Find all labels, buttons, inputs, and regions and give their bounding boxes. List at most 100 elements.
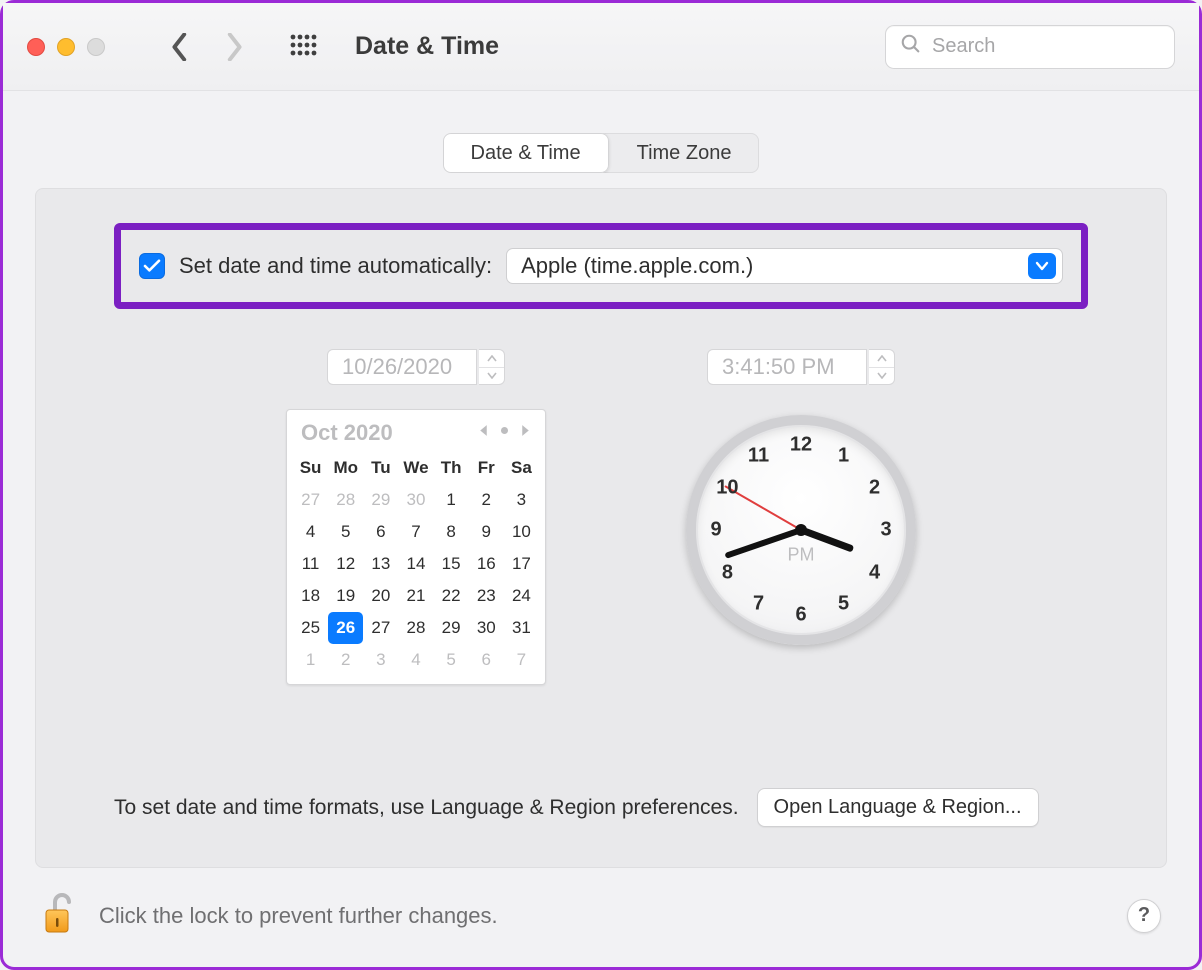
calendar-day: 27 [363,612,398,644]
calendar-day: 19 [328,580,363,612]
date-field: 10/26/2020 [327,349,477,385]
open-language-region-button[interactable]: Open Language & Region... [757,788,1039,827]
clock-number: 7 [747,592,771,615]
time-step-up [869,350,894,368]
calendar-day: 29 [363,484,398,516]
clock-number: 4 [863,561,887,584]
calendar-month-label: Oct 2020 [301,420,393,446]
calendar-prev-icon [478,424,489,442]
search-icon [900,33,922,60]
calendar-day: 4 [398,644,433,676]
clock-ampm: PM [788,545,815,566]
search-field-wrap[interactable] [885,25,1175,69]
calendar-day: 7 [398,516,433,548]
calendar-day: 28 [328,484,363,516]
calendar-day: 13 [363,548,398,580]
calendar-day: 1 [293,644,328,676]
calendar-day: 16 [469,548,504,580]
analog-clock: PM 121234567891011 [686,415,916,645]
clock-number: 6 [789,604,813,627]
clock-number: 11 [747,445,771,468]
date-step-down [479,368,504,385]
titlebar: Date & Time [3,3,1199,91]
calendar-day: 30 [398,484,433,516]
calendar-next-icon [520,424,531,442]
time-field-wrap: 3:41:50 PM [707,349,895,385]
calendar-header: Oct 2020 [293,418,539,452]
show-all-preferences-button[interactable] [289,33,317,61]
time-column: 3:41:50 PM PM 121234567891011 [686,349,916,685]
calendar-day: 14 [398,548,433,580]
set-automatically-checkbox[interactable] [139,253,165,279]
calendar-day: 9 [469,516,504,548]
zoom-window-button [87,38,105,56]
time-server-dropdown-button[interactable] [1028,253,1056,279]
back-button[interactable] [165,27,195,67]
clock-number: 2 [863,476,887,499]
calendar-day: 5 [434,644,469,676]
calendar-day: 4 [293,516,328,548]
calendar-day: 20 [363,580,398,612]
calendar-day: 11 [293,548,328,580]
clock-number: 8 [715,561,739,584]
calendar-weekday: Sa [504,452,539,484]
calendar-day: 15 [434,548,469,580]
window-controls [27,38,105,56]
tabs-row: Date & Time Time Zone [3,133,1199,173]
calendar-day: 3 [504,484,539,516]
calendar-day: 27 [293,484,328,516]
time-field: 3:41:50 PM [707,349,867,385]
unlocked-lock-icon[interactable] [41,890,77,941]
calendar-day: 3 [363,644,398,676]
date-step-up [479,350,504,368]
help-button[interactable]: ? [1127,899,1161,933]
calendar-day: 10 [504,516,539,548]
calendar-day: 2 [469,484,504,516]
clock-number: 3 [874,519,898,542]
panel-bottom-row: To set date and time formats, use Langua… [114,788,1100,827]
calendar-day: 28 [398,612,433,644]
calendar-day: 2 [328,644,363,676]
calendar-weekday: Su [293,452,328,484]
clock-number: 10 [715,476,739,499]
time-step-down [869,368,894,385]
tab-time-zone[interactable]: Time Zone [609,133,760,173]
calendar: Oct 2020 SuMoTuWeThFrSa27282930123456789… [286,409,546,685]
window-title: Date & Time [355,32,499,61]
calendar-weekday: We [398,452,433,484]
calendar-day: 21 [398,580,433,612]
date-field-wrap: 10/26/2020 [327,349,505,385]
lock-row: Click the lock to prevent further change… [41,890,1161,941]
clock-number: 9 [704,519,728,542]
close-window-button[interactable] [27,38,45,56]
forward-button [219,27,249,67]
time-server-field[interactable]: Apple (time.apple.com.) [506,248,1063,284]
calendar-weekday: Fr [469,452,504,484]
calendar-day: 25 [293,612,328,644]
clock-center-pin [795,524,807,536]
set-automatically-row: Set date and time automatically: Apple (… [114,223,1088,309]
calendar-weekday: Tu [363,452,398,484]
segmented-control: Date & Time Time Zone [443,133,760,173]
calendar-day: 6 [363,516,398,548]
time-stepper [869,349,895,385]
calendar-today-icon [499,424,510,442]
preference-panel: Set date and time automatically: Apple (… [35,188,1167,868]
calendar-day: 29 [434,612,469,644]
clock-number: 1 [832,445,856,468]
calendar-day: 1 [434,484,469,516]
calendar-day: 18 [293,580,328,612]
calendar-day: 30 [469,612,504,644]
minimize-window-button[interactable] [57,38,75,56]
time-server-value: Apple (time.apple.com.) [521,253,1020,279]
date-column: 10/26/2020 Oct 2020 SuMoTuWeThFrSa272829… [286,349,546,685]
date-time-row: 10/26/2020 Oct 2020 SuMoTuWeThFrSa272829… [114,349,1088,685]
calendar-day: 8 [434,516,469,548]
calendar-day: 6 [469,644,504,676]
search-input[interactable] [932,35,1160,58]
lock-hint-text: Click the lock to prevent further change… [99,903,498,929]
calendar-weekday: Mo [328,452,363,484]
calendar-day: 23 [469,580,504,612]
tab-date-and-time[interactable]: Date & Time [443,133,609,173]
calendar-day: 5 [328,516,363,548]
